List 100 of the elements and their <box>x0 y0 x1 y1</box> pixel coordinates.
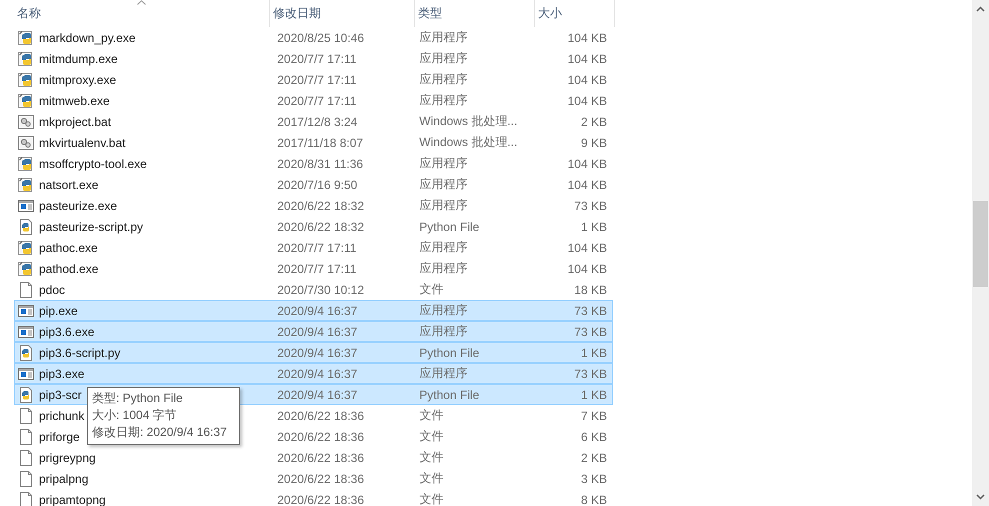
file-size: 104 KB <box>566 72 608 86</box>
file-date: 2017/11/18 8:07 <box>276 136 364 150</box>
file-date: 2020/9/4 16:37 <box>276 304 358 318</box>
file-size: 6 KB <box>580 430 608 444</box>
file-row[interactable]: pip.exe 2020/9/4 16:37 应用程序 73 KB <box>14 300 613 321</box>
file-name: pathoc.exe <box>39 240 98 254</box>
file-date: 2020/6/22 18:32 <box>276 198 365 212</box>
file-size: 2 KB <box>580 450 608 464</box>
file-date: 2020/6/22 18:36 <box>276 472 365 486</box>
file-name: pip3.6.exe <box>39 324 94 338</box>
file-size: 9 KB <box>580 136 608 150</box>
scrollbar-thumb[interactable] <box>973 201 988 287</box>
file-name: pripamtopng <box>39 492 106 506</box>
file-date: 2020/8/25 10:46 <box>276 30 365 44</box>
file-type: Python File <box>418 388 480 402</box>
file-type: 文件 <box>418 281 444 298</box>
file-size: 104 KB <box>566 52 608 66</box>
python-app-icon <box>18 156 34 172</box>
file-icon <box>18 470 34 486</box>
file-name: pip3.exe <box>39 366 84 380</box>
file-name: pathod.exe <box>39 262 98 276</box>
file-row[interactable]: pip3.6.exe 2020/9/4 16:37 应用程序 73 KB <box>14 321 613 342</box>
file-type: 应用程序 <box>418 239 468 256</box>
file-type: 应用程序 <box>418 260 468 277</box>
file-name: pdoc <box>39 282 66 296</box>
file-size: 104 KB <box>566 30 608 44</box>
file-type: 应用程序 <box>418 365 468 382</box>
column-header[interactable]: 类型 <box>415 0 535 27</box>
file-date: 2017/12/8 3:24 <box>276 114 358 128</box>
file-type: Windows 批处理... <box>418 113 518 130</box>
file-date: 2020/6/22 18:36 <box>276 450 365 464</box>
python-app-icon <box>18 50 34 66</box>
file-size: 73 KB <box>573 324 608 338</box>
file-size: 7 KB <box>580 408 608 422</box>
file-name: mitmproxy.exe <box>39 72 116 86</box>
file-row[interactable]: pip3.6-script.py 2020/9/4 16:37 Python File 1 KB <box>14 342 613 363</box>
file-type: Python File <box>418 220 480 234</box>
file-name: pripalpng <box>39 472 88 486</box>
column-header[interactable]: 修改日期 <box>270 0 415 27</box>
python-app-icon <box>18 260 34 276</box>
python-app-icon <box>18 240 34 256</box>
file-name: mitmdump.exe <box>39 52 118 66</box>
file-type: 文件 <box>418 470 444 487</box>
file-size: 3 KB <box>580 472 608 486</box>
file-row[interactable]: pip3.exe 2020/9/4 16:37 应用程序 73 KB <box>14 363 613 384</box>
file-name: prichunk <box>39 408 84 422</box>
file-size: 73 KB <box>573 304 608 318</box>
file-icon <box>18 282 34 298</box>
column-header[interactable]: 名称 <box>14 0 270 27</box>
file-icon <box>18 408 34 424</box>
file-date: 2020/7/7 17:11 <box>276 262 358 276</box>
file-size: 1 KB <box>580 220 608 234</box>
file-type: 应用程序 <box>418 155 468 172</box>
file-name: mitmweb.exe <box>39 94 110 108</box>
file-name: markdown_py.exe <box>39 30 136 44</box>
scroll-up-icon[interactable] <box>976 6 985 12</box>
file-size: 8 KB <box>580 492 608 506</box>
python-file-icon <box>18 218 34 234</box>
file-type: 应用程序 <box>418 92 468 109</box>
file-date: 2020/9/4 16:37 <box>276 324 358 338</box>
file-name: pip3-scr <box>39 388 82 402</box>
file-size: 104 KB <box>566 94 608 108</box>
file-date: 2020/6/22 18:32 <box>276 220 365 234</box>
file-date: 2020/9/4 16:37 <box>276 346 358 360</box>
file-type: 文件 <box>418 449 444 466</box>
file-icon <box>18 492 34 506</box>
file-type: 应用程序 <box>418 29 468 46</box>
file-size: 104 KB <box>566 240 608 254</box>
application-window-icon <box>18 302 34 318</box>
file-name: mkvirtualenv.bat <box>39 136 126 150</box>
column-header[interactable]: 大小 <box>535 0 615 27</box>
scroll-down-icon[interactable] <box>976 494 985 500</box>
file-name: pasteurize-script.py <box>39 220 144 234</box>
scrollbar[interactable] <box>972 0 989 506</box>
file-date: 2020/7/30 10:12 <box>276 282 365 296</box>
file-icon <box>18 428 34 444</box>
file-type: 应用程序 <box>418 197 468 214</box>
file-date: 2020/9/4 16:37 <box>276 388 358 402</box>
file-size: 73 KB <box>573 198 608 212</box>
file-size: 1 KB <box>580 388 608 402</box>
file-name: prigreypng <box>39 450 96 464</box>
file-type: 文件 <box>418 407 444 424</box>
file-size: 2 KB <box>580 114 608 128</box>
file-name: natsort.exe <box>39 178 98 192</box>
file-name: mkproject.bat <box>39 114 112 128</box>
file-date: 2020/6/22 18:36 <box>276 408 365 422</box>
file-size: 104 KB <box>566 178 608 192</box>
file-date: 2020/9/4 16:37 <box>276 366 358 380</box>
file-type: 应用程序 <box>418 323 468 340</box>
tooltip: 类型: Python File 大小: 1004 字节 修改日期: 2020/9/4 16:37 <box>87 387 240 445</box>
file-date: 2020/6/22 18:36 <box>276 492 365 506</box>
python-app-icon <box>18 72 34 88</box>
file-icon <box>18 450 34 466</box>
file-type: Python File <box>418 346 480 360</box>
file-type: 应用程序 <box>418 71 468 88</box>
sort-caret-icon <box>136 0 146 5</box>
application-window-icon <box>18 366 34 382</box>
gears-icon <box>18 134 34 150</box>
file-name: pip3.6-script.py <box>39 346 120 360</box>
file-date: 2020/8/31 11:36 <box>276 156 364 170</box>
